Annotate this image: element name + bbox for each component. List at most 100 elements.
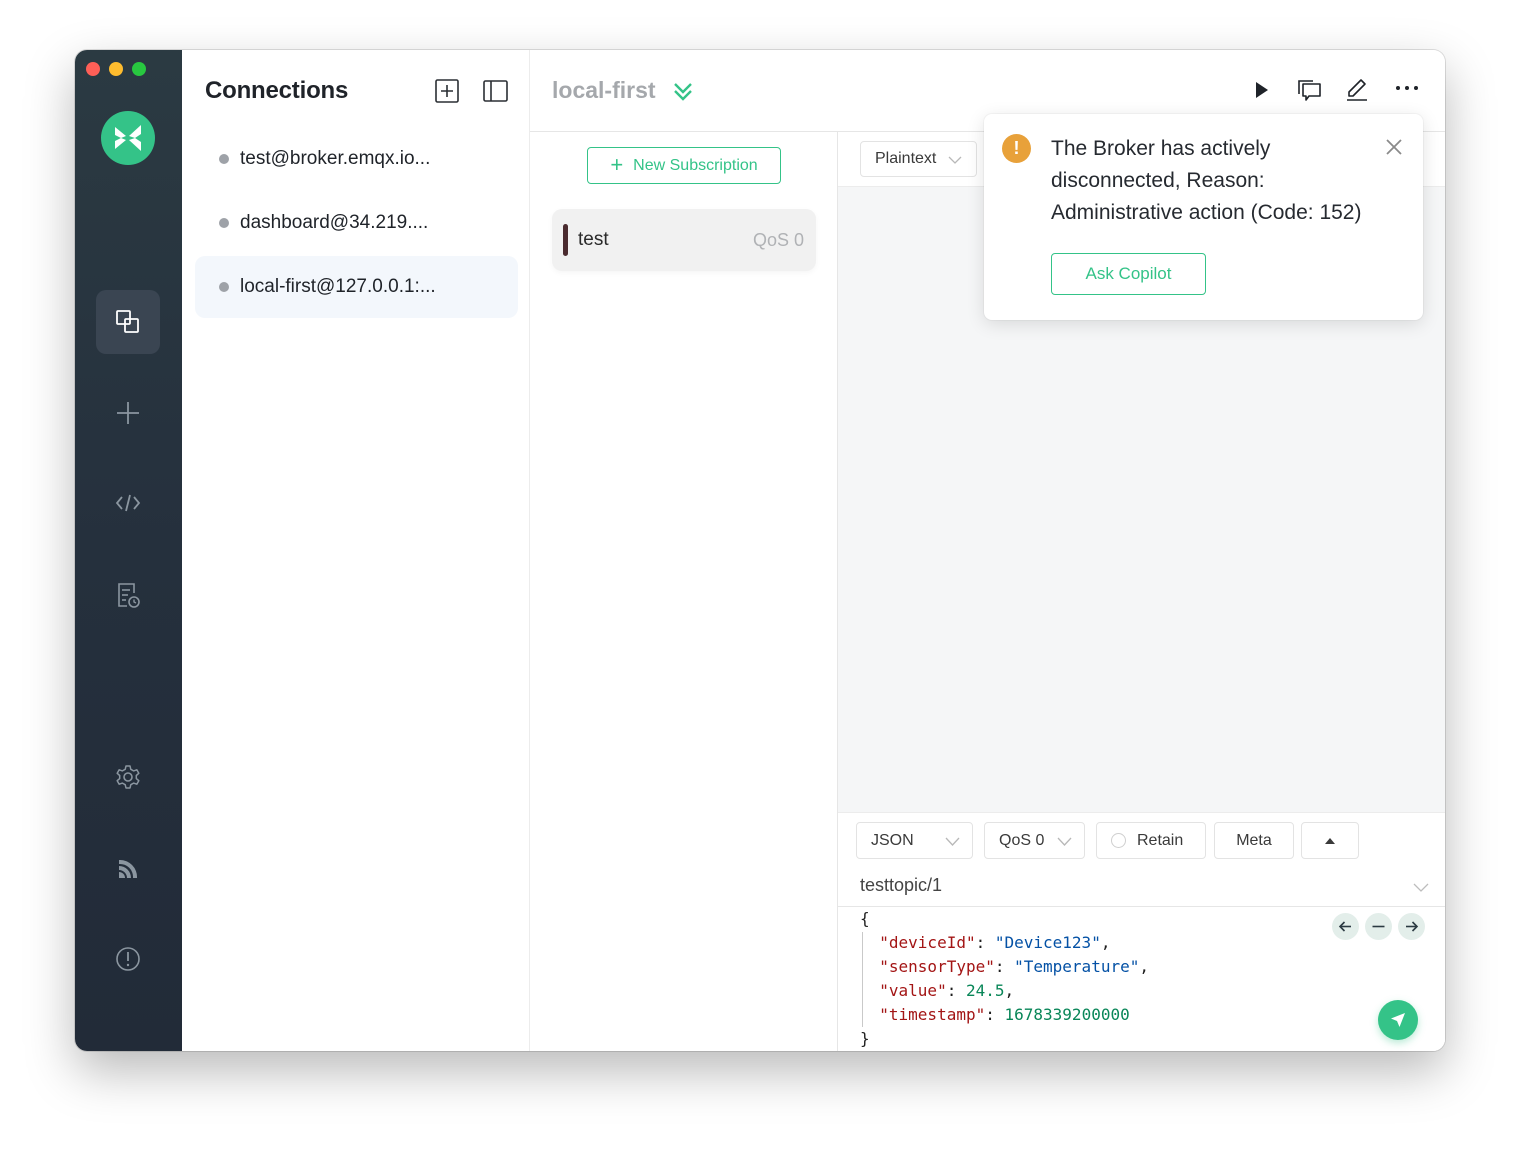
close-notification-button[interactable] [1385, 138, 1403, 156]
more-options-button[interactable] [1393, 76, 1421, 104]
json-value: "Temperature" [1014, 957, 1140, 976]
code-line: "deviceId": "Device123", [879, 933, 1111, 952]
play-icon [1256, 82, 1268, 98]
code-line: "timestamp": 1678339200000 [879, 1005, 1130, 1024]
edit-icon [1347, 79, 1367, 101]
json-key: "timestamp" [879, 1005, 986, 1024]
warning-icon: ! [1002, 134, 1031, 163]
subscription-topic: test [578, 229, 609, 250]
meta-button[interactable]: Meta [1214, 822, 1294, 859]
disconnect-notification: ! The Broker has actively disconnected, … [984, 114, 1423, 320]
meta-label: Meta [1236, 831, 1272, 849]
code-line: { [860, 909, 870, 928]
code-line: "sensorType": "Temperature", [879, 957, 1149, 976]
history-next-button[interactable] [1398, 913, 1425, 940]
payload-format-value: Plaintext [875, 150, 937, 167]
connection-item[interactable]: dashboard@34.219.... [195, 192, 518, 254]
double-chevron-down-icon [674, 83, 692, 101]
publish-topic-input[interactable]: testtopic/1 [838, 865, 1445, 907]
expand-details-button[interactable] [672, 80, 694, 102]
code-line: "value": 24.5, [879, 981, 1015, 1000]
rail-new-connection-button[interactable] [96, 381, 160, 445]
json-value: "Device123" [994, 933, 1101, 952]
nav-rail [75, 50, 182, 1051]
send-icon [1391, 1013, 1405, 1027]
publish-qos-select[interactable]: QoS 0 [984, 822, 1085, 859]
json-key: "deviceId" [879, 933, 976, 952]
edit-connection-button[interactable] [1343, 76, 1371, 104]
json-value: 1678339200000 [1004, 1005, 1130, 1024]
window-controls [86, 62, 146, 76]
chevron-down-icon [1057, 837, 1072, 846]
rail-script-button[interactable] [96, 471, 160, 535]
connections-icon [116, 310, 139, 333]
minus-icon [1372, 925, 1385, 928]
connect-button[interactable] [1248, 76, 1276, 104]
connection-status-dot [219, 218, 229, 228]
history-nav [1332, 913, 1425, 940]
json-key: "sensorType" [879, 957, 995, 976]
subscriptions-panel: + New Subscription test QoS 0 [530, 132, 838, 1051]
new-subscription-button[interactable]: + New Subscription [587, 147, 781, 184]
close-window-button[interactable] [86, 62, 100, 76]
arrow-left-icon [1338, 921, 1351, 932]
retain-checkbox[interactable]: Retain [1096, 822, 1206, 859]
chat-windows-icon [1298, 80, 1321, 101]
rail-log-button[interactable] [96, 563, 160, 627]
publish-qos-value: QoS 0 [999, 831, 1045, 849]
zoom-window-button[interactable] [132, 62, 146, 76]
rail-settings-button[interactable] [96, 745, 160, 809]
app-window: Connections test@broker.emqx.io... dashb… [75, 50, 1445, 1051]
rss-icon [119, 859, 138, 878]
history-prev-button[interactable] [1332, 913, 1359, 940]
publish-area: JSON QoS 0 Retain Meta testtopic/1 {"de… [838, 812, 1445, 1051]
connections-title: Connections [205, 77, 349, 104]
connection-item-active[interactable]: local-first@127.0.0.1:... [195, 256, 518, 318]
caret-up-icon [1325, 837, 1335, 844]
history-clear-button[interactable] [1365, 913, 1392, 940]
new-window-button[interactable] [1295, 76, 1323, 104]
log-icon [118, 583, 140, 608]
gear-icon [116, 765, 140, 789]
connection-name: test@broker.emqx.io... [240, 148, 431, 169]
new-subscription-label: New Subscription [633, 156, 758, 174]
payload-editor[interactable]: { "deviceId": "Device123", "sensorType":… [838, 907, 1445, 1051]
code-icon [115, 494, 141, 512]
retain-label: Retain [1137, 831, 1184, 849]
arrow-right-icon [1406, 921, 1419, 932]
json-value: 24.5 [965, 981, 1005, 1000]
rail-about-button[interactable] [96, 927, 160, 991]
plus-icon [117, 402, 139, 424]
mqttx-logo [101, 111, 155, 165]
more-icon [1396, 86, 1418, 90]
close-icon [1386, 139, 1402, 155]
add-box-icon [435, 79, 459, 103]
send-message-button[interactable] [1378, 1000, 1418, 1040]
ask-copilot-button[interactable]: Ask Copilot [1051, 253, 1206, 295]
connection-name: local-first@127.0.0.1:... [240, 276, 436, 297]
new-connection-button[interactable] [434, 78, 460, 104]
chevron-down-icon [945, 837, 960, 846]
rail-feed-button[interactable] [96, 836, 160, 900]
payload-code[interactable]: { "deviceId": "Device123", "sensorType":… [860, 907, 1149, 1051]
subscription-item[interactable]: test QoS 0 [552, 209, 816, 271]
chevron-down-icon [948, 156, 962, 164]
retain-radio-icon [1111, 833, 1126, 848]
collapse-publish-button[interactable] [1301, 822, 1359, 859]
publish-format-value: JSON [871, 831, 914, 849]
connection-status-dot [219, 282, 229, 292]
publish-format-select[interactable]: JSON [856, 822, 973, 859]
subscription-color-bar [563, 224, 568, 256]
connections-panel: Connections test@broker.emqx.io... dashb… [182, 50, 530, 1051]
subscription-qos: QoS 0 [752, 229, 804, 250]
toggle-sidebar-button[interactable] [482, 78, 508, 104]
chevron-down-icon[interactable] [1413, 879, 1429, 895]
connection-name: dashboard@34.219.... [240, 212, 429, 233]
json-key: "value" [879, 981, 947, 1000]
plus-icon: + [610, 151, 624, 177]
payload-format-select[interactable]: Plaintext [860, 141, 977, 177]
connection-item[interactable]: test@broker.emqx.io... [195, 128, 518, 190]
rail-connections-button[interactable] [96, 290, 160, 354]
code-line: } [860, 1029, 870, 1048]
minimize-window-button[interactable] [109, 62, 123, 76]
